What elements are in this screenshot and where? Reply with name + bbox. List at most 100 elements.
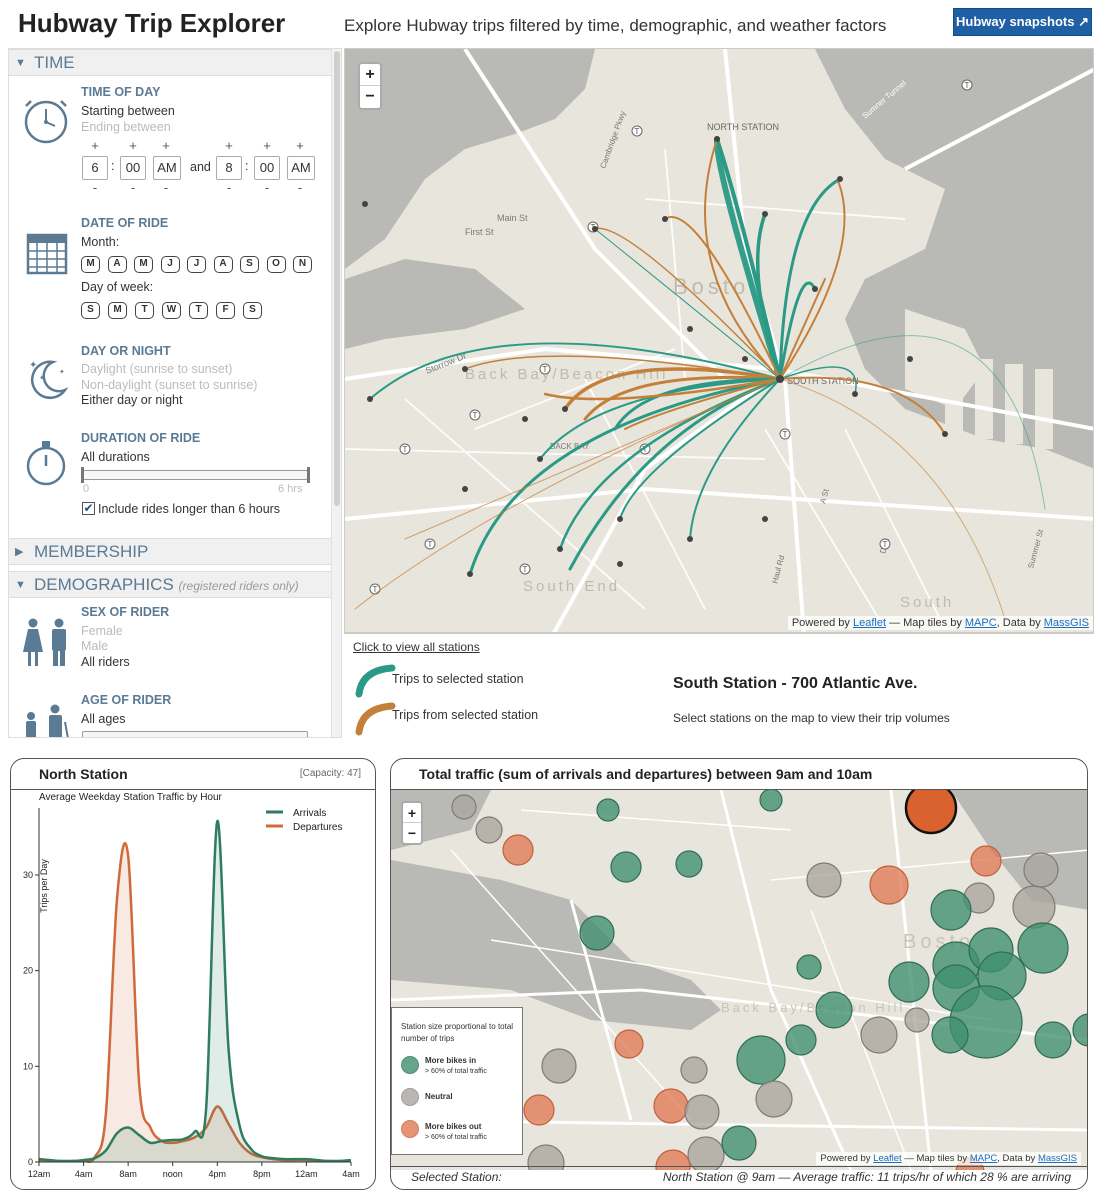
non-daylight-option[interactable]: Non-daylight (sunset to sunrise) [81, 378, 257, 392]
month-pill[interactable]: N [293, 256, 312, 273]
end-hour-minus[interactable]: - [216, 180, 242, 195]
section-membership-header[interactable]: ▶ MEMBERSHIP [9, 538, 331, 565]
start-ampm-plus[interactable]: + [153, 138, 179, 153]
month-pill[interactable]: M [81, 256, 100, 273]
start-minute-plus[interactable]: + [120, 138, 146, 153]
station-circle[interactable] [759, 790, 783, 812]
section-time-header[interactable]: ▼ TIME [9, 49, 331, 76]
start-hour-field[interactable]: 6 [82, 156, 108, 180]
day-pill[interactable]: W [162, 302, 181, 319]
massgis-link[interactable]: MassGIS [1038, 1153, 1077, 1164]
station-circle[interactable] [541, 1048, 577, 1084]
station-circle[interactable] [1034, 1021, 1072, 1059]
station-circle[interactable] [475, 816, 503, 844]
station-circle[interactable] [721, 1125, 757, 1161]
station-circle[interactable] [755, 1080, 793, 1118]
end-ampm-minus[interactable]: - [287, 180, 313, 195]
station-circle[interactable] [653, 1088, 689, 1124]
start-minute-minus[interactable]: - [120, 180, 146, 195]
station-circle[interactable] [675, 850, 703, 878]
day-pill[interactable]: S [81, 302, 100, 319]
station-circle[interactable] [614, 1029, 644, 1059]
station-circle[interactable] [579, 915, 615, 951]
start-minute-field[interactable]: 00 [120, 156, 146, 180]
leaflet-link[interactable]: Leaflet [873, 1153, 902, 1164]
station-circle[interactable] [596, 798, 620, 822]
month-pill[interactable]: A [213, 256, 233, 273]
massgis-link[interactable]: MassGIS [1044, 617, 1089, 629]
station-circle[interactable] [860, 1016, 898, 1054]
station-circle[interactable] [904, 1007, 930, 1033]
female-option[interactable]: Female [81, 624, 123, 638]
duration-slider[interactable] [82, 470, 308, 480]
month-pill[interactable]: J [160, 256, 180, 273]
day-pill[interactable]: T [135, 302, 154, 319]
start-ampm-field[interactable]: AM [153, 156, 181, 180]
day-pill[interactable]: T [189, 302, 208, 319]
month-pill[interactable]: A [107, 256, 127, 273]
scrollbar-thumb[interactable] [334, 51, 340, 506]
station-circle[interactable] [785, 1024, 817, 1056]
station-circle[interactable] [684, 1094, 720, 1130]
end-hour-field[interactable]: 8 [216, 156, 242, 180]
end-ampm-plus[interactable]: + [287, 138, 313, 153]
station-circle[interactable] [1023, 852, 1059, 888]
station-circle[interactable] [680, 1056, 708, 1084]
station-circle[interactable] [930, 889, 972, 931]
zoom-in-button[interactable]: + [403, 803, 421, 823]
station-circle[interactable] [796, 954, 822, 980]
station-circle[interactable] [451, 794, 477, 820]
station-circle[interactable] [970, 845, 1002, 877]
station-circle[interactable] [869, 865, 909, 905]
duration-slider-min-handle[interactable] [81, 467, 84, 483]
station-circle[interactable] [931, 1016, 969, 1054]
hubway-snapshots-button[interactable]: Hubway snapshots ↗ [953, 8, 1092, 36]
either-option[interactable]: Either day or night [81, 393, 182, 407]
starting-between-option[interactable]: Starting between [81, 104, 175, 118]
start-hour-minus[interactable]: - [82, 180, 108, 195]
month-pill[interactable]: J [187, 256, 206, 273]
selected-station-circle[interactable] [904, 790, 958, 835]
station-circle[interactable] [806, 862, 842, 898]
zoom-in-button[interactable]: + [360, 64, 380, 86]
station-circle[interactable] [736, 1035, 786, 1085]
daylight-option[interactable]: Daylight (sunrise to sunset) [81, 362, 232, 376]
end-hour-plus[interactable]: + [216, 138, 242, 153]
zoom-out-button[interactable]: − [360, 86, 380, 108]
station-circle[interactable] [523, 1094, 555, 1126]
month-pill[interactable]: O [266, 256, 286, 273]
all-riders-option[interactable]: All riders [81, 655, 130, 669]
day-pill[interactable]: S [243, 302, 262, 319]
sidebar-scrollbar[interactable] [331, 49, 341, 737]
duration-slider-max-handle[interactable] [307, 467, 310, 483]
start-hour-plus[interactable]: + [82, 138, 108, 153]
zoom-out-button[interactable]: − [403, 823, 421, 843]
station-circle[interactable] [610, 851, 642, 883]
month-pill[interactable]: S [240, 256, 259, 273]
start-ampm-minus[interactable]: - [153, 180, 179, 195]
male-option[interactable]: Male [81, 639, 108, 653]
include-long-checkbox[interactable]: ✔ [82, 502, 95, 515]
age-slider[interactable] [82, 731, 308, 737]
station-circle[interactable] [1017, 922, 1069, 974]
trip-map[interactable]: NORTH STATION SOUTH STATION Main St Firs… [344, 48, 1094, 633]
map-canvas[interactable]: NORTH STATION SOUTH STATION Main St Firs… [345, 49, 1094, 633]
view-all-stations-link[interactable]: Click to view all stations [353, 640, 480, 654]
day-pill[interactable]: M [108, 302, 127, 319]
filter-sidebar[interactable]: ▼ TIME TIME OF DAY Starting between Endin… [8, 48, 342, 738]
station-circle[interactable] [815, 991, 853, 1029]
station-circle[interactable] [1012, 885, 1056, 929]
end-ampm-field[interactable]: AM [287, 156, 315, 180]
mapc-link[interactable]: MAPC [970, 1153, 997, 1164]
end-minute-field[interactable]: 00 [254, 156, 280, 180]
ending-between-option[interactable]: Ending between [81, 120, 171, 134]
end-minute-minus[interactable]: - [254, 180, 280, 195]
mapc-link[interactable]: MAPC [965, 617, 997, 629]
leaflet-link[interactable]: Leaflet [853, 617, 886, 629]
day-pill[interactable]: F [216, 302, 235, 319]
section-demographics-header[interactable]: ▼ DEMOGRAPHICS (registered riders only) [9, 571, 331, 598]
station-circle[interactable] [888, 961, 930, 1003]
end-minute-plus[interactable]: + [254, 138, 280, 153]
station-circle[interactable] [502, 834, 534, 866]
month-pill[interactable]: M [134, 256, 153, 273]
